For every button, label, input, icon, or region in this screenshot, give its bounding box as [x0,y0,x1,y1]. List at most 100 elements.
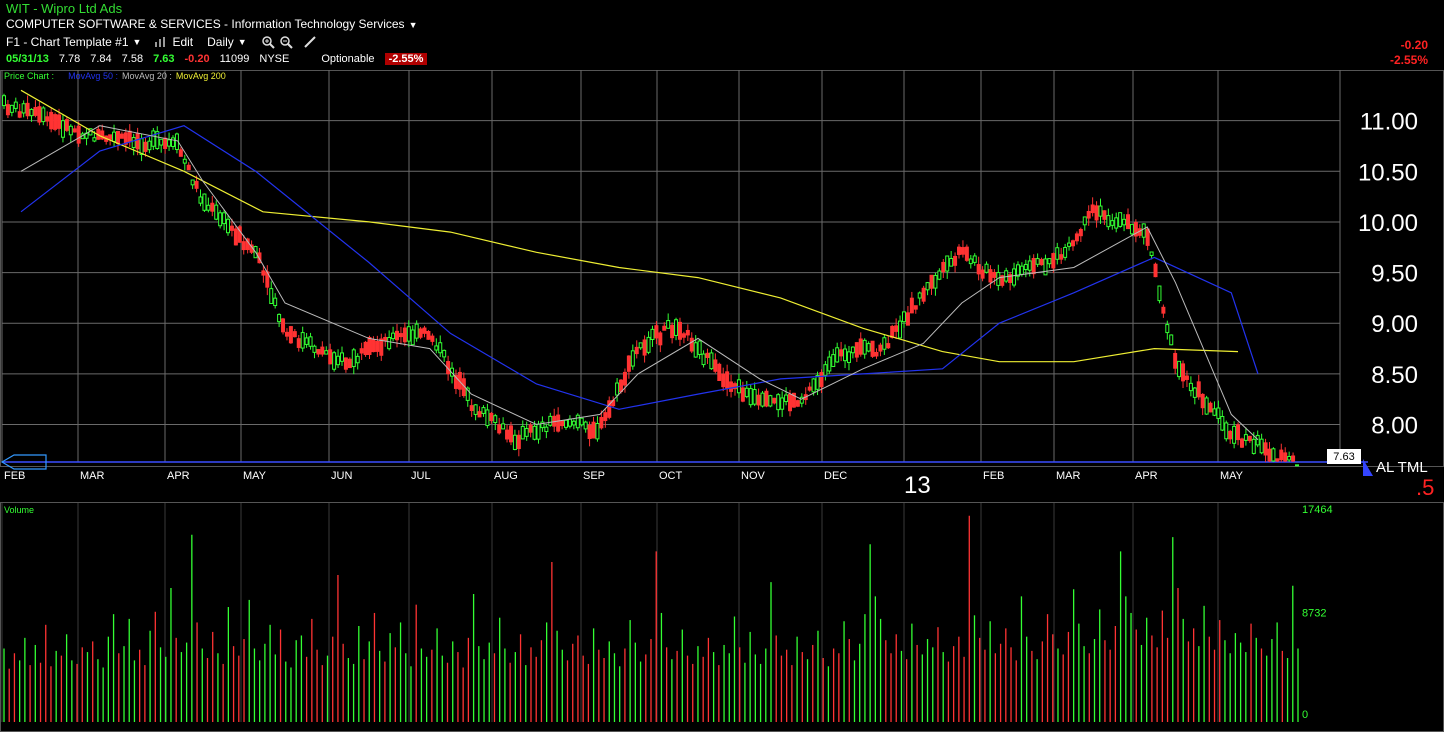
candle-body [693,342,698,358]
candle-body [1133,221,1138,237]
candle-body [367,337,372,355]
candle-body [552,415,557,427]
candle-body [1086,210,1091,219]
candle-body [626,355,631,372]
candle-body [57,114,62,129]
candle-body [760,392,765,407]
candle-body [127,130,132,143]
candle-body [108,134,113,140]
price-volume-chart[interactable]: 11.00 10.50 10.00 9.50 9.00 8.50 8.00 FEB MAR APR… [0,0,1444,732]
candle-body [237,226,242,243]
candle-body [53,114,58,130]
candle-body [819,372,824,388]
candle-body [501,423,506,430]
candle-body [387,337,392,350]
candle-body [64,119,69,131]
ma50-line [20,125,1259,410]
candle-body [159,138,164,146]
candle-body [1271,448,1276,462]
candle-body [870,340,875,357]
industry-label[interactable]: COMPUTER SOFTWARE & SERVICES - Informati… [6,17,417,31]
candle-body [1031,257,1036,275]
price-flag-icon [1363,459,1373,476]
candle-body [1027,260,1032,271]
interval-dropdown[interactable]: Daily ▼ [207,35,247,49]
candle-body [630,350,635,367]
candle-body [1106,215,1111,228]
candle-body [532,425,537,440]
candle-body [1035,258,1040,265]
edit-label: Edit [172,35,194,49]
industry-text: COMPUTER SOFTWARE & SERVICES - Informati… [6,17,405,31]
candle-body [1004,270,1009,282]
candle-body [395,330,400,341]
candle-body [599,417,604,429]
candle-body [410,329,415,346]
candle-body [622,371,627,386]
candle-body [1149,251,1154,256]
y-tick-label: 8.50 [1371,362,1418,389]
candle-body [45,116,50,122]
candle-body [21,103,26,114]
candle-body [744,387,749,398]
candle-body [241,241,246,251]
candle-body [1188,382,1193,392]
y-tick-label: 11.00 [1360,109,1418,136]
candle-body [1019,265,1024,275]
candle-body [768,395,773,407]
candle-body [465,387,470,401]
chart-template-dropdown[interactable]: F1 - Chart Template #1 ▼ [6,35,141,49]
candle-body [583,421,588,430]
candle-body [1157,285,1162,302]
candle-body [41,107,46,123]
candle-body [862,339,867,355]
candle-body [607,400,612,418]
candle-body [874,351,879,357]
zoom-in-button[interactable] [261,35,275,49]
candle-body [1173,352,1178,369]
candle-body [1216,407,1221,419]
candle-body [163,137,168,149]
x-month-label: AUG [494,470,518,482]
candle-body [732,383,737,390]
chart-header: WIT - Wipro Ltd Ads COMPUTER SOFTWARE & … [0,0,1444,70]
candle-body [426,331,431,340]
candle-body [677,321,682,340]
right-change: -0.20 [1400,38,1428,52]
zoom-out-button[interactable] [279,35,293,49]
y-tick-label: 9.00 [1371,311,1418,338]
candle-body [929,274,934,289]
candle-body [556,414,561,432]
symbol-title[interactable]: WIT - Wipro Ltd Ads [6,1,122,16]
candle-body [807,386,812,391]
candle-body [131,137,136,149]
candle-body [1070,240,1075,247]
candle-body [210,202,215,212]
candle-body [414,323,419,339]
candle-body [1291,455,1296,462]
candle-body [1141,223,1146,238]
chevron-down-icon: ▼ [237,37,247,47]
candle-body [1279,449,1284,461]
candle-body [88,128,93,136]
quote-high: 7.84 [90,53,112,65]
candle-body [37,106,42,123]
legend-item: MovAvg 20 : [122,71,172,81]
right-change-pct: -2.55% [1389,53,1428,67]
candle-body [894,325,899,332]
candle-body [1126,214,1131,230]
candle-body [697,340,702,355]
draw-tool-button[interactable] [303,35,317,49]
candle-body [505,429,510,440]
x-month-label: NOV [741,470,766,482]
candle-body [591,421,596,439]
edit-button[interactable]: Edit [155,35,193,49]
candle-body [1129,223,1134,235]
candle-body [1153,263,1158,278]
candle-body [984,263,989,273]
candle-body [968,258,973,265]
candle-body [1184,375,1189,380]
candle-body [949,257,954,267]
candle-body [1192,387,1197,398]
candle-body [736,379,741,394]
